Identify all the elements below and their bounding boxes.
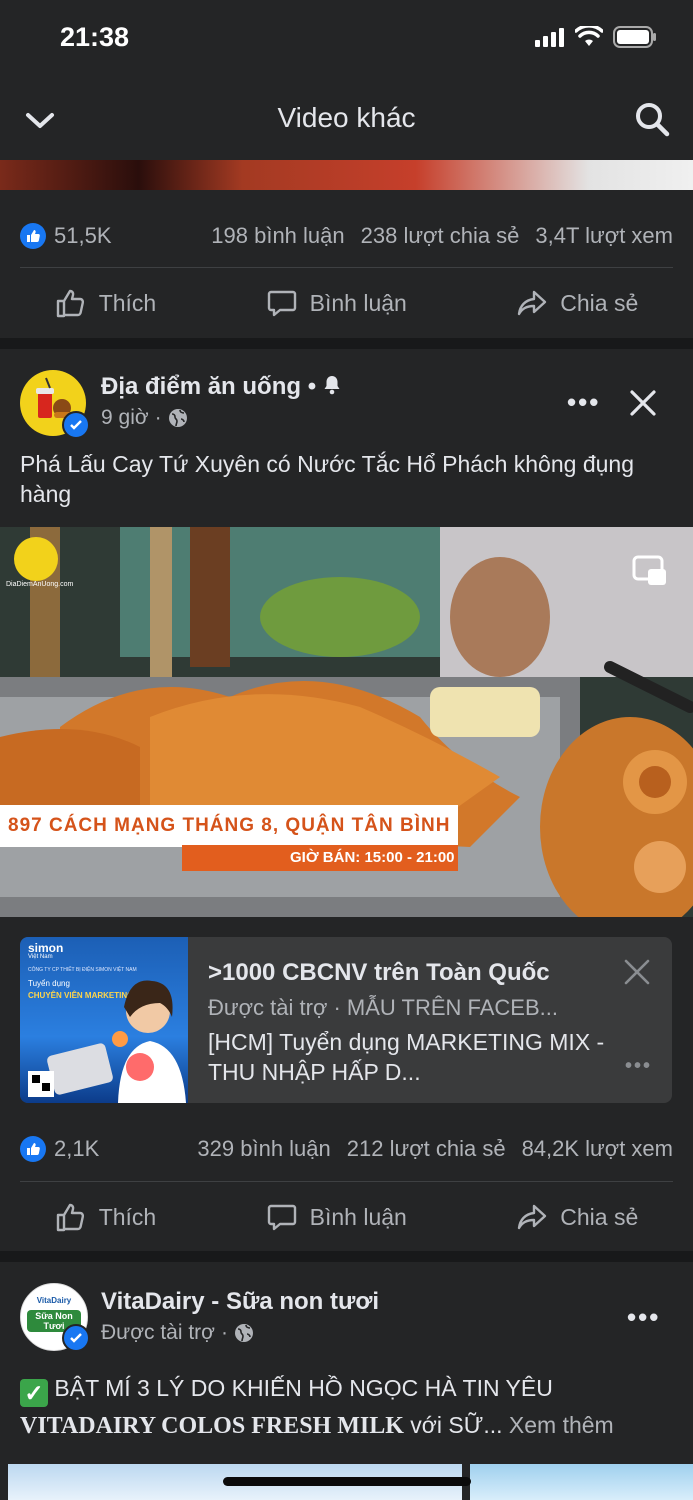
comment-count[interactable]: 198 bình luận xyxy=(211,223,344,249)
post-stats: 51,5K 198 bình luận 238 lượt chia sẻ 3,4… xyxy=(20,216,673,256)
post-text: Phá Lấu Cay Tứ Xuyên có Nước Tắc Hổ Phác… xyxy=(20,451,634,507)
like-button[interactable]: Thích xyxy=(55,1201,157,1233)
wifi-icon xyxy=(575,26,603,46)
video-hours-text: GIỜ BÁN: 15:00 - 21:00 xyxy=(290,849,455,866)
ad-person-illustration xyxy=(28,980,186,1103)
post-meta: 9 giờ · xyxy=(101,406,188,430)
status-icons xyxy=(535,26,657,48)
post-actions: Thích Bình luận Chia sẻ xyxy=(0,268,693,338)
more-options-icon[interactable]: ••• xyxy=(625,1055,652,1078)
video-player[interactable]: DiaDiemAnUong.com 897 CÁCH MẠNG THÁNG 8,… xyxy=(0,527,693,917)
home-indicator[interactable] xyxy=(223,1477,471,1486)
post-text: ✓ BẬT MÍ 3 LÝ DO KHIẾN HỒ NGỌC HÀ TIN YÊ… xyxy=(20,1370,673,1444)
share-button[interactable]: Chia sẻ xyxy=(516,1201,638,1233)
like-label: Thích xyxy=(98,1203,157,1230)
like-reaction-icon xyxy=(20,1136,46,1162)
video-address-text: 897 CÁCH MẠNG THÁNG 8, QUẬN TÂN BÌNH xyxy=(8,815,451,836)
status-bar: 21:38 xyxy=(0,0,693,80)
comment-count[interactable]: 329 bình luận xyxy=(197,1136,330,1162)
search-icon[interactable] xyxy=(633,100,671,138)
video-watermark-logo xyxy=(14,537,58,581)
thumbs-up-icon xyxy=(56,1203,84,1232)
comment-icon xyxy=(267,290,296,317)
like-label: Thích xyxy=(98,289,157,316)
separator-dot: · xyxy=(220,1321,228,1344)
post-meta: Được tài trợ · xyxy=(101,1321,254,1345)
verified-badge xyxy=(62,1324,90,1352)
ad-description[interactable]: [HCM] Tuyển dụng MARKETING MIX - THU NHẬ… xyxy=(208,1027,628,1087)
top-bar: Video khác xyxy=(0,80,693,160)
carousel-item[interactable] xyxy=(470,1464,693,1500)
share-label: Chia sẻ xyxy=(560,1203,639,1230)
close-icon[interactable] xyxy=(629,389,657,417)
page-name-text[interactable]: Địa điểm ăn uống xyxy=(101,373,301,400)
signal-icon xyxy=(535,28,564,47)
bell-icon[interactable] xyxy=(323,375,341,395)
more-options-icon[interactable]: ••• xyxy=(627,1302,660,1333)
page-title: Video khác xyxy=(277,102,416,133)
page-name[interactable]: VitaDairy - Sữa non tươi xyxy=(101,1288,379,1316)
separator-dot: · xyxy=(154,406,162,429)
post-time[interactable]: 9 giờ xyxy=(101,406,149,430)
post-actions: Thích Bình luận Chia sẻ xyxy=(0,1182,693,1252)
like-count[interactable]: 2,1K xyxy=(54,1136,99,1162)
comment-icon xyxy=(267,1204,296,1231)
ad-sponsor-label: Được tài trợ · MẪU TRÊN FACEB... xyxy=(208,995,558,1020)
share-label: Chia sẻ xyxy=(560,289,639,316)
like-button[interactable]: Thích xyxy=(55,287,157,319)
verified-badge xyxy=(62,411,90,439)
share-button[interactable]: Chia sẻ xyxy=(516,287,638,319)
view-count: 3,4T lượt xem xyxy=(535,223,673,248)
previous-video-thumbnail[interactable] xyxy=(0,160,693,190)
globe-icon xyxy=(168,409,187,427)
close-icon[interactable] xyxy=(624,959,650,985)
share-count[interactable]: 238 lượt chia sẻ xyxy=(361,223,520,249)
thumbs-up-icon xyxy=(56,289,84,318)
ad-image[interactable]: simon Việt Nam CÔNG TY CP THIẾT BỊ ĐIỆN … xyxy=(20,937,188,1103)
comment-button[interactable]: Bình luận xyxy=(266,1201,407,1233)
like-reaction-icon xyxy=(20,223,46,249)
more-options-icon[interactable]: ••• xyxy=(567,387,600,418)
share-icon xyxy=(518,1204,547,1230)
page-name[interactable]: Địa điểm ăn uống • xyxy=(101,373,341,401)
post-stats: 2,1K 329 bình luận 212 lượt chia sẻ 84,2… xyxy=(20,1129,673,1169)
sponsored-ad[interactable]: simon Việt Nam CÔNG TY CP THIẾT BỊ ĐIỆN … xyxy=(20,937,672,1103)
check-mark-icon: ✓ xyxy=(20,1379,48,1407)
comment-label: Bình luận xyxy=(309,1203,407,1230)
battery-icon xyxy=(613,26,656,48)
ad-title[interactable]: >1000 CBCNV trên Toàn Quốc xyxy=(208,959,550,987)
post-card-1: 51,5K 198 bình luận 238 lượt chia sẻ 3,4… xyxy=(0,190,693,338)
comment-button[interactable]: Bình luận xyxy=(266,287,407,319)
post-text-prefix: BẬT MÍ 3 LÝ DO KHIẾN HỒ NGỌC HÀ TIN YÊU xyxy=(54,1375,553,1401)
video-watermark: DiaDiemAnUong.com xyxy=(6,581,74,588)
view-count: 84,2K lượt xem xyxy=(521,1136,673,1161)
like-count[interactable]: 51,5K xyxy=(54,223,112,249)
post-text-bold: VITADAIRY COLOS FRESH MILK xyxy=(20,1413,404,1439)
share-icon xyxy=(518,290,547,316)
share-count[interactable]: 212 lượt chia sẻ xyxy=(347,1136,506,1162)
avatar-brand: VitaDairy xyxy=(36,1296,72,1305)
separator-dot: • xyxy=(307,373,317,400)
globe-icon xyxy=(234,1324,253,1342)
sponsored-label: Được tài trợ xyxy=(101,1321,215,1344)
see-more-link[interactable]: Xem thêm xyxy=(509,1412,614,1438)
status-time: 21:38 xyxy=(60,22,130,52)
comment-label: Bình luận xyxy=(309,289,407,316)
post-text-suffix: với SỮ... xyxy=(403,1412,503,1438)
picture-in-picture-icon[interactable] xyxy=(632,553,668,589)
